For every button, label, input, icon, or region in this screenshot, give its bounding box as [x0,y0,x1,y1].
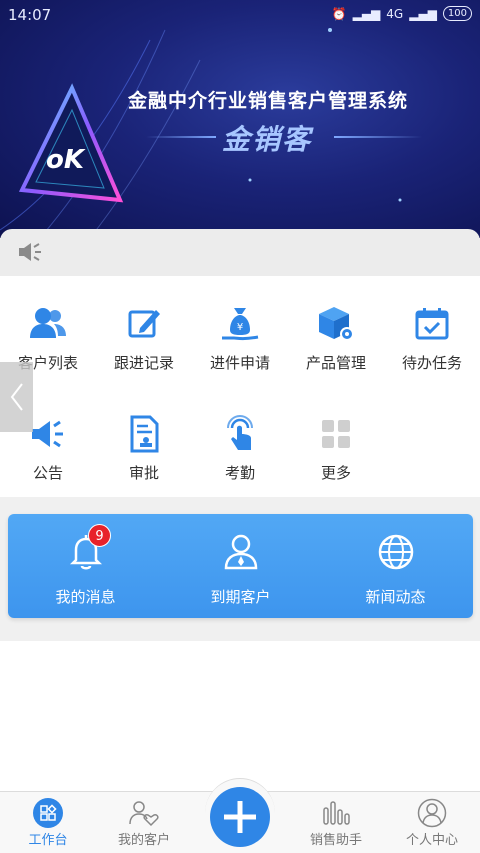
network-type: 4G [386,6,404,21]
tab-workbench[interactable]: 工作台 [0,792,96,853]
tab-label: 工作台 [28,833,68,848]
chevron-left-icon [10,383,23,411]
grid-item-label: 公告 [32,464,63,482]
grid-item-application[interactable]: ¥ 进件申请 [192,282,288,372]
alarm-icon: ⏰ [331,6,347,21]
signal-icon-2: ▂▄▆ [409,6,437,21]
card-item-label: 我的消息 [55,588,116,606]
plus-icon [224,801,256,833]
notice-bar[interactable] [0,229,480,276]
brand-line-left [146,136,216,138]
person-icon [224,534,258,570]
profile-icon [417,798,447,828]
add-button[interactable] [210,787,270,847]
grid-item-approval[interactable]: 审批 [96,392,192,482]
tab-my-customers[interactable]: 我的客户 [96,792,192,853]
tab-label: 我的客户 [117,833,170,848]
workbench-icon [33,798,63,828]
main-content-area [0,641,480,791]
status-icons: ⏰ ▂▄▆ 4G ▂▄▆ 100 [332,6,472,21]
feature-grid: 客户列表 跟进记录 ¥ 进件申请 产品管理 待办任务 公告 审批 考勤 更多 [0,276,480,497]
side-collapse-tab[interactable] [0,362,33,432]
customers-heart-icon [129,801,159,827]
card-item-label: 到期客户 [210,588,271,606]
card-item-my-messages[interactable]: 我的消息 [8,514,163,618]
globe-icon [378,534,414,570]
calendar-check-icon [415,308,449,340]
card-item-news[interactable]: 新闻动态 [318,514,473,618]
grid-item-more[interactable]: 更多 [288,392,384,482]
grid-item-label: 跟进记录 [113,354,174,372]
tab-label: 个人中心 [405,833,458,848]
grid-item-label: 更多 [320,464,351,482]
quick-access-card: 我的消息 到期客户 新闻动态 [8,514,473,618]
grid-more-icon [322,420,350,448]
status-bar: 14:07 ⏰ ▂▄▆ 4G ▂▄▆ 100 [0,0,480,30]
grid-item-todo-tasks[interactable]: 待办任务 [384,282,480,372]
brand-line-right [334,136,422,138]
svg-text:¥: ¥ [237,322,243,333]
grid-item-label: 待办任务 [401,354,462,372]
logo-triangle [18,83,124,203]
approval-document-icon [130,415,159,453]
svg-text:oK: oK [46,145,86,175]
grid-item-attendance[interactable]: 考勤 [192,392,288,482]
brand-name: 金销客 [222,123,313,156]
card-item-expiring-customers[interactable]: 到期客户 [163,514,318,618]
grid-item-label: 考勤 [224,464,255,482]
grid-item-label: 产品管理 [305,354,366,372]
tab-label: 销售助手 [309,833,362,848]
speaker-icon [19,243,41,261]
users-icon [30,308,66,338]
edit-icon [128,310,160,338]
tap-finger-icon [227,415,253,450]
battery-icon: 100 [442,6,472,21]
tab-sales-assistant[interactable]: 销售助手 [288,792,384,853]
grid-item-follow-up[interactable]: 跟进记录 [96,282,192,372]
header-banner: oK 14:07 ⏰ ▂▄▆ 4G ▂▄▆ 100 金融中介行业销售客户管理系统… [0,0,480,238]
bar-chart-icon [323,801,350,825]
tab-profile[interactable]: 个人中心 [384,792,480,853]
grid-item-label: 审批 [128,464,159,482]
product-box-icon [319,307,354,341]
status-time: 14:07 [8,6,52,24]
card-item-label: 新闻动态 [365,588,426,606]
banner-title: 金融中介行业销售客户管理系统 [128,90,409,112]
message-count-badge: 9 [88,524,111,547]
megaphone-icon [32,420,63,448]
signal-icon: ▂▄▆ [352,6,381,21]
grid-item-customer-list[interactable]: 客户列表 [0,282,96,372]
grid-item-label: 进件申请 [209,354,270,372]
money-bag-icon: ¥ [222,308,259,341]
grid-item-product-management[interactable]: 产品管理 [288,282,384,372]
